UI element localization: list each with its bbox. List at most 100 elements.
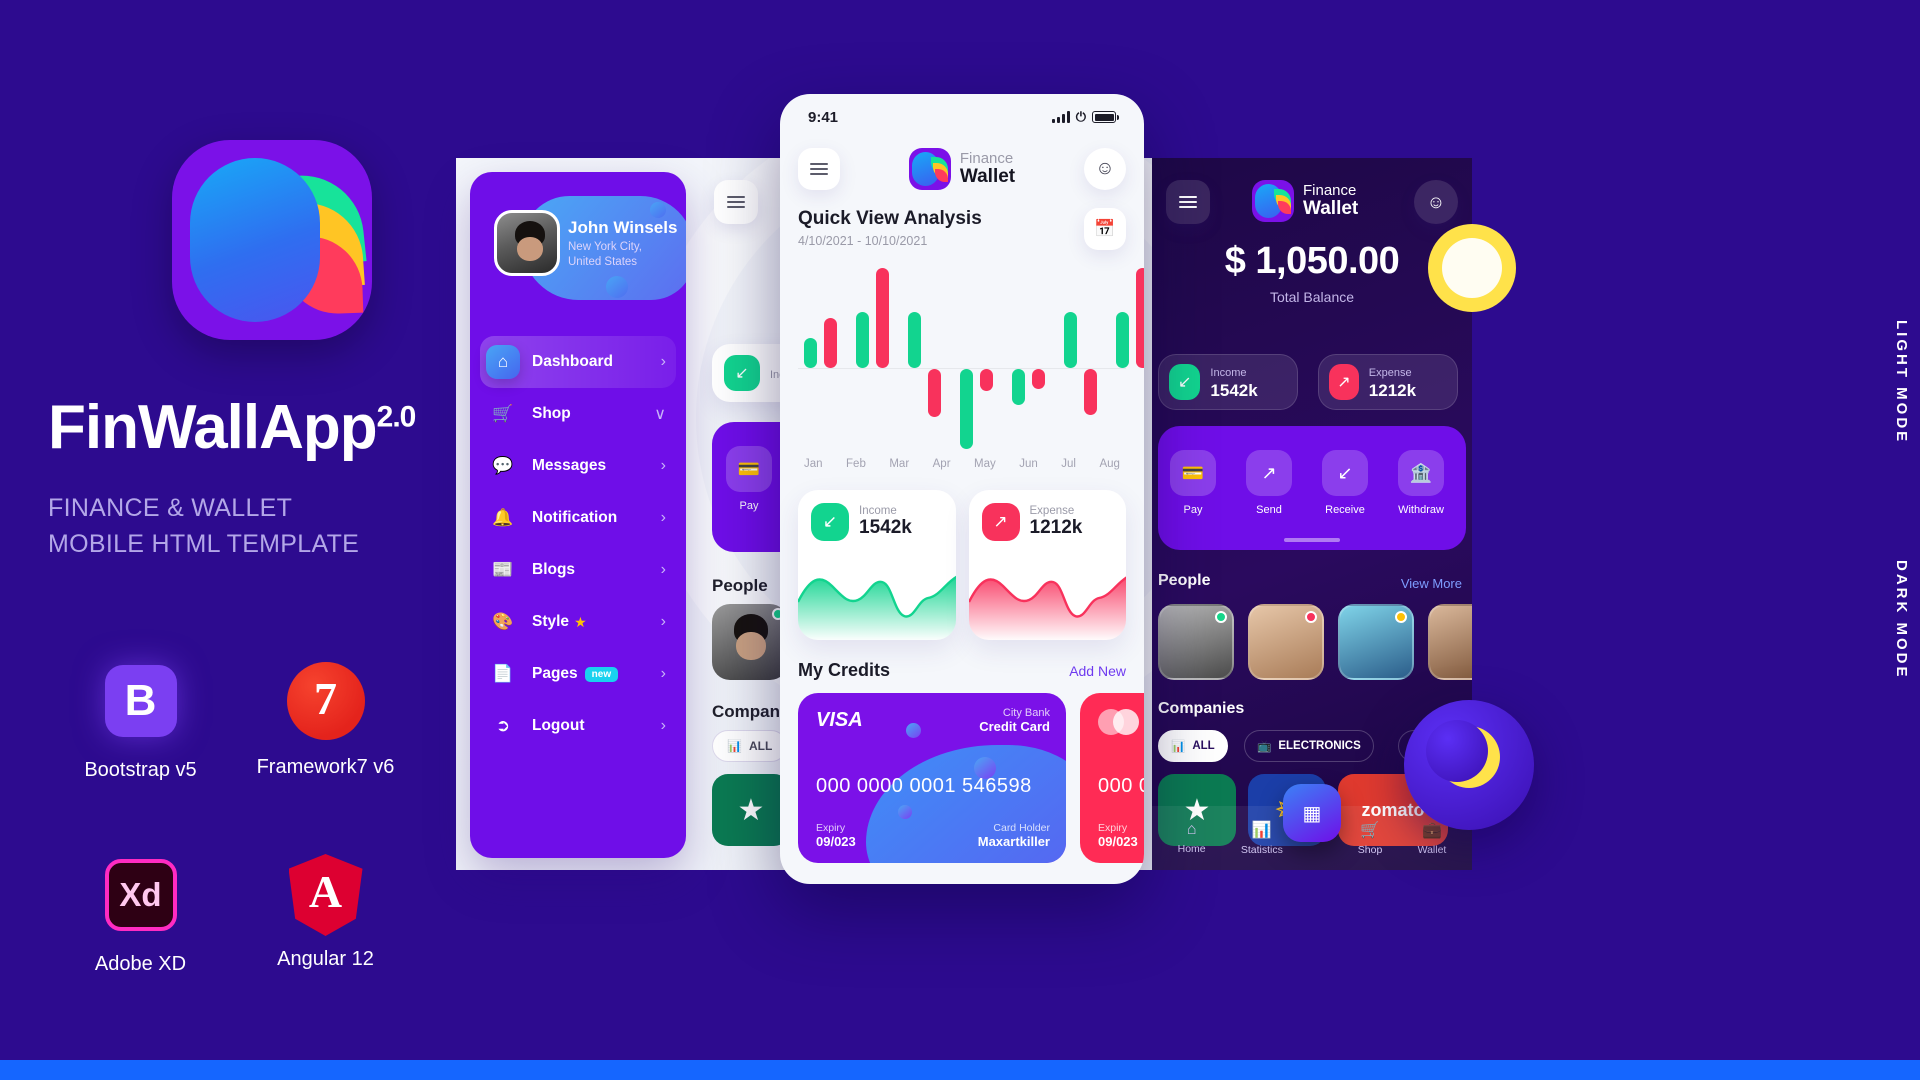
filter-chip-electronics[interactable]: 📺 ELECTRONICS (1244, 730, 1374, 762)
chart-bar-expense-mar (928, 369, 941, 417)
visa-icon: VISA (816, 709, 863, 731)
expense-sparkline (968, 576, 1126, 640)
brand-subtitle: FINANCE & WALLET MOBILE HTML TEMPLATE (48, 490, 359, 562)
tech-stack-list: B Bootstrap v5 7 Framework7 v6 Xd Adobe … (48, 660, 418, 976)
sidebar-item-shop[interactable]: 🛒 Shop ∨ (480, 388, 676, 440)
tab-statistics[interactable]: 📊 Statistics (1241, 820, 1283, 856)
online-status-dot (1395, 611, 1407, 623)
quick-view-header: Quick View Analysis 4/10/2021 - 10/10/20… (780, 190, 1144, 250)
filter-chip-label: ALL (748, 739, 773, 753)
calendar-card-icon[interactable]: 📅 (1084, 208, 1126, 250)
credit-card-list: VISA City Bank Credit Card 000 0000 0001… (780, 681, 1144, 863)
chart-bar-expense-apr (980, 369, 993, 391)
avatar[interactable] (1428, 604, 1472, 680)
side-label-light-mode: LIGHT MODE (1893, 320, 1910, 445)
sidebar-item-notification[interactable]: 🔔 Notification › (480, 492, 676, 544)
action-label: Send (1256, 504, 1282, 516)
action-pay[interactable]: 💳 Pay (726, 446, 772, 512)
expense-label: Expense (1029, 505, 1075, 517)
chart-bar-income-jul (1116, 312, 1129, 368)
sidebar-item-dashboard[interactable]: ⌂ Dashboard › (480, 336, 676, 388)
bell-icon: 🔔 (492, 508, 514, 527)
tab-home[interactable]: ⌂ Home (1178, 821, 1206, 855)
chart-bar-income-apr (960, 369, 973, 449)
avatar[interactable] (1158, 604, 1234, 680)
card-number: 000 0000 0001 546598 (1098, 775, 1144, 797)
angular-icon: A (285, 854, 367, 936)
chart-bars (794, 268, 1144, 452)
grid-apps-icon[interactable]: ▦ (1283, 784, 1341, 842)
moon-icon (1404, 700, 1534, 830)
chart-tick-label: Jan (804, 458, 823, 470)
avatar[interactable] (712, 604, 788, 680)
sidebar-item-blogs[interactable]: 📰 Blogs › (480, 544, 676, 596)
income-sparkline (798, 576, 956, 640)
income-card: ↙ Income 1542k (798, 490, 956, 640)
hamburger-menu-icon[interactable] (1166, 180, 1210, 224)
sidebar-item-messages[interactable]: 💬 Messages › (480, 440, 676, 492)
wifi-icon: ⏻ (1075, 109, 1086, 124)
arrow-down-left-icon: ↙ (811, 503, 849, 541)
drag-handle[interactable] (1284, 538, 1340, 542)
tab-shop[interactable]: 🛒 Shop (1358, 820, 1383, 856)
action-pay[interactable]: 💳 Pay (1170, 450, 1216, 516)
star-icon: ★ (574, 613, 587, 630)
adobe-xd-glyph: Xd (104, 859, 177, 931)
add-new-link[interactable]: Add New (1069, 663, 1126, 679)
hamburger-menu-icon[interactable] (798, 148, 840, 190)
tech-item-angular: A Angular 12 (233, 854, 418, 976)
hamburger-menu-icon[interactable] (714, 180, 758, 224)
sidebar-menu: John Winsels New York City, United State… (470, 172, 686, 858)
app-logo: Finance Wallet (908, 148, 1015, 190)
credit-card-mastercard[interactable]: City Bank Credit Card 000 0000 0001 5465… (1080, 693, 1144, 863)
logo-text-top: Finance (1303, 182, 1357, 199)
brand-logo-starbucks[interactable]: ★ (712, 774, 790, 846)
sidebar-item-label: Blogs (532, 561, 576, 578)
online-status-dot (1215, 611, 1227, 623)
chat-icon: 💬 (492, 456, 514, 475)
user-circle-icon[interactable]: ☺ (1084, 148, 1126, 190)
sidebar-item-label: Notification (532, 509, 618, 526)
credit-card-visa[interactable]: VISA City Bank Credit Card 000 0000 0001… (798, 693, 1066, 863)
receive-icon: ↙ (1322, 450, 1368, 496)
arrow-down-left-icon: ↙ (1169, 364, 1201, 400)
dark-app-logo: Finance Wallet (1252, 180, 1358, 222)
sidebar-item-pages[interactable]: 📄 Pages new › (480, 648, 676, 700)
bootstrap-glyph: B (104, 665, 177, 737)
filter-chip-all[interactable]: 📊 ALL (712, 730, 788, 762)
online-status-dot (1305, 611, 1317, 623)
card-holder-label: Card Holder (993, 822, 1050, 834)
stat-value: 1212k (1368, 381, 1417, 400)
view-more-link[interactable]: View More (1401, 576, 1462, 591)
avatar[interactable] (1338, 604, 1414, 680)
page-title: FinWallApp2.0 (48, 392, 416, 463)
avatar[interactable] (1248, 604, 1324, 680)
profile-name: John Winsels (568, 218, 678, 237)
filter-chip-all[interactable]: 📊 ALL (1158, 730, 1228, 762)
stat-label: Expense (1368, 367, 1412, 379)
card-expiry-label: Expiry (816, 822, 846, 834)
chart-tick-label: Feb (846, 458, 866, 470)
sidebar-item-list: ⌂ Dashboard › 🛒 Shop ∨ 💬 Messages › 🔔 No… (470, 336, 686, 752)
status-badge: new (584, 666, 619, 682)
chevron-right-icon: › (660, 509, 666, 526)
people-section-title: People (712, 576, 768, 595)
profile-location-line1: New York City, (568, 241, 642, 253)
companies-section-title: Companies (1158, 700, 1245, 717)
action-withdraw[interactable]: 🏦 Withdraw (1398, 450, 1444, 516)
action-send[interactable]: ↗ Send (1246, 450, 1292, 516)
action-receive[interactable]: ↙ Receive (1322, 450, 1368, 516)
chevron-right-icon: › (660, 457, 666, 474)
finwallapp-logo-icon (172, 140, 372, 340)
logo-text-bottom: Wallet (1303, 198, 1359, 219)
chart-bar-income-jan (804, 338, 817, 368)
bootstrap-icon: B (100, 665, 182, 747)
sidebar-item-style[interactable]: 🎨 Style ★ › (480, 596, 676, 648)
finwallapp-logo-icon (908, 148, 951, 190)
sidebar-item-label: Dashboard (532, 353, 613, 370)
tv-icon: 📺 (1257, 741, 1272, 753)
tab-wallet[interactable]: 💼 Wallet (1418, 820, 1447, 856)
sidebar-item-logout[interactable]: ➲ Logout › (480, 700, 676, 752)
chart-tick-label: Mar (889, 458, 910, 470)
chart-icon: 📊 (727, 739, 742, 753)
